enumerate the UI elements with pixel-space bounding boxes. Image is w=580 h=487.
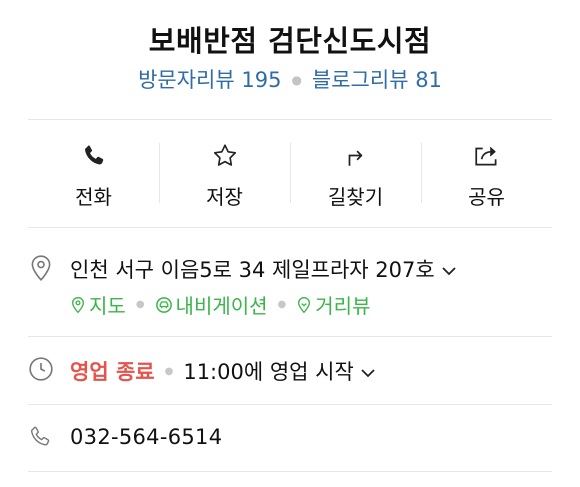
- visitor-reviews-link[interactable]: 방문자리뷰 195: [138, 68, 281, 92]
- blog-reviews-link[interactable]: 블로그리뷰 81: [312, 68, 442, 92]
- save-label: 저장: [206, 185, 243, 209]
- address-section: 인천 서구 이음5로 34 제일프라자 207호 지도 ● 내비게이션 ● 거리…: [28, 254, 552, 324]
- divider: [28, 336, 552, 337]
- directions-button[interactable]: 길찾기: [290, 121, 421, 225]
- map-pin-icon: [71, 296, 85, 313]
- star-icon: [210, 141, 240, 171]
- hours-toggle[interactable]: 영업 종료 ● 11:00에 영업 시작: [70, 356, 376, 386]
- street-view-link[interactable]: 거리뷰: [296, 290, 370, 319]
- directions-icon: [341, 141, 371, 171]
- directions-label: 길찾기: [327, 185, 384, 209]
- separator-dot: ●: [164, 365, 174, 377]
- street-view-icon: [298, 296, 311, 313]
- share-label: 공유: [468, 185, 505, 209]
- divider: [28, 227, 552, 228]
- phone-number[interactable]: 032-564-6514: [70, 425, 222, 449]
- location-pin-icon: [28, 254, 54, 282]
- business-status: 영업 종료: [70, 360, 155, 384]
- divider: [28, 404, 552, 405]
- navigation-link[interactable]: 내비게이션: [155, 290, 268, 319]
- call-button[interactable]: 전화: [28, 121, 159, 225]
- share-button[interactable]: 공유: [421, 121, 552, 225]
- chevron-down-icon: [441, 257, 457, 281]
- divider: [28, 471, 552, 472]
- navigation-link-label: 내비게이션: [175, 294, 268, 318]
- map-link[interactable]: 지도: [70, 290, 126, 319]
- separator-dot: ●: [291, 73, 302, 87]
- car-icon: [155, 296, 172, 313]
- save-button[interactable]: 저장: [159, 121, 290, 225]
- next-opening-time: 11:00에 영업 시작: [183, 360, 354, 384]
- street-view-link-label: 거리뷰: [315, 294, 371, 318]
- action-bar: 전화 저장 길찾기 공유: [28, 121, 552, 225]
- map-link-label: 지도: [89, 294, 126, 318]
- address-links: 지도 ● 내비게이션 ● 거리뷰: [70, 290, 370, 319]
- clock-icon: [28, 356, 54, 384]
- place-detail-panel: 보배반점 검단신도시점 방문자리뷰 195 ● 블로그리뷰 81 전화 저장 길찾기: [0, 0, 580, 487]
- review-summary: 방문자리뷰 195 ● 블로그리뷰 81: [0, 64, 580, 94]
- divider: [28, 119, 552, 120]
- call-label: 전화: [75, 185, 112, 209]
- phone-icon: [28, 425, 54, 453]
- hours-section: 영업 종료 ● 11:00에 영업 시작: [28, 356, 552, 386]
- chevron-down-icon: [360, 359, 376, 383]
- place-title: 보배반점 검단신도시점: [148, 24, 432, 58]
- separator-dot: ●: [135, 299, 145, 310]
- address-toggle[interactable]: 인천 서구 이음5로 34 제일프라자 207호: [70, 254, 457, 284]
- phone-icon: [79, 141, 109, 171]
- address-text: 인천 서구 이음5로 34 제일프라자 207호: [70, 258, 435, 282]
- share-icon: [472, 141, 502, 171]
- separator-dot: ●: [277, 299, 287, 310]
- phone-section: 032-564-6514: [28, 425, 552, 455]
